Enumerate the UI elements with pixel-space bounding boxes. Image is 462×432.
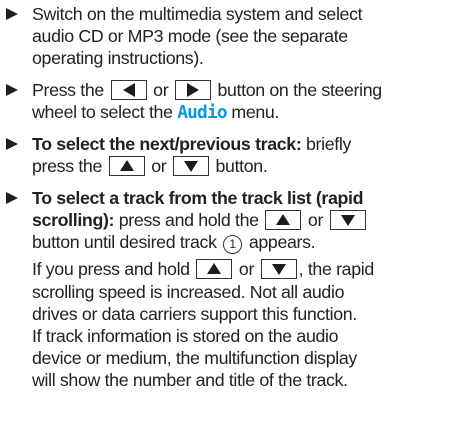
step-heading: scrolling): [32, 210, 115, 231]
step-text: audio CD or MP3 mode (see the separate [32, 26, 348, 47]
step-text: If you press and hold [32, 259, 190, 280]
step-2: Press the or button on the steering whee… [0, 79, 460, 124]
step-text: Press the [32, 80, 104, 100]
step-text: scrolling speed is increased. Not all au… [32, 281, 345, 302]
step-text: press the [32, 156, 102, 177]
right-button-icon [174, 80, 211, 100]
step-4: To select a track from the track list (r… [0, 187, 460, 392]
step-heading: To select the next/previous track: [32, 134, 302, 154]
step-text: wheel to select the [32, 102, 173, 123]
step-text: or [238, 259, 255, 280]
bullet-arrow-icon [6, 138, 18, 150]
step-text: device or medium, the multifunction disp… [32, 348, 357, 369]
step-text: button on the steering [217, 80, 382, 100]
step-text: or [151, 156, 167, 177]
left-button-icon [110, 80, 147, 100]
step-text: appears. [248, 232, 316, 253]
step-1: Switch on the multimedia system and sele… [0, 3, 460, 70]
down-button-icon [260, 259, 297, 280]
step-text: menu. [231, 102, 280, 123]
step-text: will show the number and title of the tr… [32, 370, 348, 391]
bullet-arrow-icon [6, 192, 18, 204]
step-3: To select the next/previous track: brief… [0, 133, 460, 177]
step-text: Switch on the multimedia system and sele… [32, 4, 363, 24]
step-text: If track information is stored on the au… [32, 326, 339, 347]
step-text: or [153, 80, 169, 100]
instruction-page: Switch on the multimedia system and sele… [0, 0, 462, 432]
down-button-icon [172, 156, 209, 177]
step-text: button. [215, 156, 268, 177]
step-text: or [307, 210, 324, 231]
bullet-arrow-icon [6, 84, 18, 96]
audio-menu-label: Audio [177, 102, 227, 124]
step-text: press and hold the [118, 210, 259, 231]
step-text: , the rapid [298, 259, 375, 280]
step-text: briefly [306, 134, 351, 154]
callout-number: 1 [223, 235, 243, 255]
up-button-icon [108, 156, 145, 177]
up-button-icon [265, 210, 302, 231]
bullet-arrow-icon [6, 8, 18, 20]
step-text: drives or data carriers support this fun… [32, 303, 357, 324]
up-button-icon [196, 259, 233, 280]
step-text: button until desired track [32, 232, 217, 253]
down-button-icon [329, 210, 366, 231]
step-heading: To select a track from the track list (r… [32, 188, 364, 208]
step-text: operating instructions). [32, 48, 204, 69]
